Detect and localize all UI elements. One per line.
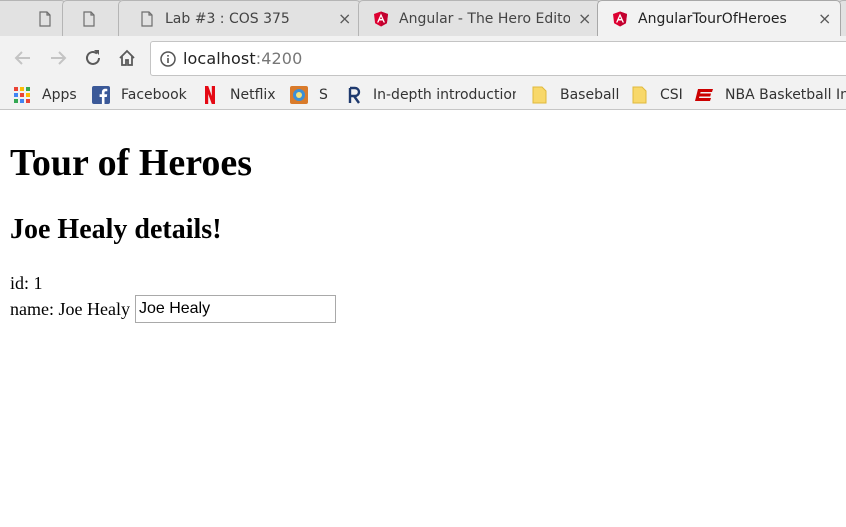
close-icon[interactable]: × <box>338 10 351 26</box>
tab-lab3[interactable]: Lab #3 : COS 375 × <box>118 0 361 36</box>
bookmark-in-depth-introduction[interactable]: In-depth introduction <box>344 84 516 106</box>
bookmark-label: Facebook <box>121 87 187 103</box>
forward-arrow-icon <box>51 51 67 65</box>
hero-name-input[interactable] <box>134 295 336 323</box>
angular-icon <box>374 11 388 26</box>
home-icon <box>119 49 135 66</box>
folder-icon <box>632 86 647 104</box>
bookmark-label: Baseball <box>560 87 620 103</box>
bookmark-label: NBA Basketball Inj <box>725 87 846 103</box>
bookmark-label: Apps <box>42 87 77 103</box>
bookmark-s[interactable]: S <box>289 84 328 106</box>
page-content: Tour of Heroes Joe Healy details! id: 1 … <box>0 111 846 527</box>
tab-title: Angular - The Hero Edito <box>399 10 570 27</box>
url-port: :4200 <box>255 49 303 68</box>
close-icon[interactable]: × <box>578 10 591 26</box>
hero-name-row: name: Joe Healy <box>10 295 336 323</box>
reload-icon <box>86 50 100 65</box>
bookmark-baseball[interactable]: Baseball <box>530 84 619 106</box>
bookmark-facebook[interactable]: Facebook <box>91 84 187 106</box>
angular-icon <box>613 11 627 27</box>
address-bar[interactable]: localhost:4200 <box>150 41 846 76</box>
page-icon <box>39 10 51 27</box>
url-host: localhost <box>183 49 256 68</box>
netflix-icon <box>205 86 215 104</box>
tab-angular-tour-of-heroes[interactable]: AngularTourOfHeroes × <box>597 0 841 36</box>
r-logo-icon <box>348 86 361 104</box>
bookmark-site-icon <box>290 86 308 104</box>
tab-title: AngularTourOfHeroes <box>638 11 787 27</box>
bookmark-nba-basketball[interactable]: NBA Basketball Inj <box>695 84 846 106</box>
bookmark-netflix[interactable]: Netflix <box>200 84 276 106</box>
hero-id-row: id: 1 <box>10 272 43 294</box>
reload-button[interactable] <box>80 45 106 71</box>
hero-id-label: id: <box>10 273 34 293</box>
bookmark-csi[interactable]: CSI <box>630 84 683 106</box>
tab-angular-hero-editor[interactable]: Angular - The Hero Edito × <box>358 0 601 36</box>
home-button[interactable] <box>114 45 140 71</box>
hero-details-heading: Joe Healy details! <box>10 214 222 245</box>
hero-name-label: name: Joe Healy <box>10 299 130 319</box>
facebook-icon <box>92 86 110 104</box>
bookmark-label: CSI <box>660 87 683 103</box>
address-url: localhost:4200 <box>183 49 302 68</box>
page-icon <box>141 10 153 27</box>
bookmarks-bar: Apps Facebook Netflix S In-depth introdu… <box>0 81 846 110</box>
espn-icon <box>695 89 713 101</box>
close-icon[interactable]: × <box>818 11 831 27</box>
back-button[interactable] <box>10 45 36 71</box>
bookmark-label: In-depth introduction <box>373 87 516 103</box>
apps-grid-icon <box>14 87 30 103</box>
page-icon <box>83 10 95 27</box>
tab-title: Lab #3 : COS 375 <box>165 10 290 27</box>
browser-toolbar: localhost:4200 <box>0 36 846 81</box>
bookmark-label: Netflix <box>230 87 276 103</box>
app-title: Tour of Heroes <box>10 142 253 184</box>
forward-button[interactable] <box>45 45 71 71</box>
tab-2[interactable] <box>62 0 124 36</box>
folder-icon <box>532 86 547 104</box>
back-arrow-icon <box>14 51 30 65</box>
tab-strip: Lab #3 : COS 375 × Angular - The Hero Ed… <box>0 0 846 36</box>
bookmark-apps[interactable]: Apps <box>12 84 77 106</box>
tab-1[interactable] <box>0 0 66 36</box>
hero-id-value: 1 <box>33 273 43 293</box>
bookmark-label: S <box>319 87 328 103</box>
info-icon[interactable] <box>159 50 177 68</box>
